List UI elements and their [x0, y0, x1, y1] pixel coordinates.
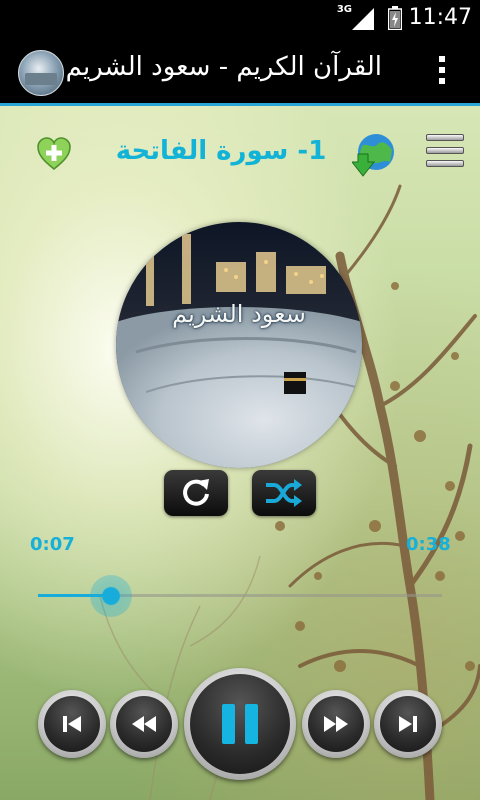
seek-thumb[interactable] — [90, 575, 132, 617]
shuffle-button[interactable] — [252, 470, 316, 516]
next-button[interactable] — [374, 690, 442, 758]
time-total: 0:38 — [406, 534, 451, 555]
skip-previous-icon — [63, 716, 81, 732]
skip-next-icon — [399, 716, 417, 732]
shuffle-icon — [266, 479, 302, 507]
time-elapsed: 0:07 — [30, 534, 75, 555]
pause-icon — [222, 704, 258, 744]
repeat-icon — [183, 479, 209, 506]
rewind-icon — [132, 716, 156, 732]
status-bar: 3G 11:47 — [0, 0, 480, 38]
player-screen: 1- سورة الفاتحة سعود الشريم 0:07 0:38 — [0, 106, 480, 800]
action-bar: القرآن الكريم - سعود الشريم — [0, 38, 480, 106]
clock: 11:47 — [408, 5, 472, 30]
track-title: 1- سورة الفاتحة — [115, 136, 327, 166]
overflow-menu-icon[interactable] — [438, 56, 446, 90]
heart-plus-icon[interactable] — [36, 136, 72, 172]
app-title: القرآن الكريم - سعود الشريم — [65, 52, 382, 82]
repeat-button[interactable] — [164, 470, 228, 516]
previous-button[interactable] — [38, 690, 106, 758]
seek-bar[interactable] — [38, 575, 442, 617]
app-icon[interactable] — [18, 50, 64, 96]
network-type: 3G — [336, 4, 352, 15]
battery-icon — [388, 6, 402, 30]
globe-download-icon[interactable] — [350, 132, 396, 178]
fast-forward-icon — [324, 716, 348, 732]
signal-icon — [352, 8, 374, 30]
list-icon[interactable] — [426, 134, 466, 178]
pause-button[interactable] — [184, 668, 296, 780]
cover-caption: سعود الشريم — [172, 300, 306, 328]
rewind-button[interactable] — [110, 690, 178, 758]
fast-forward-button[interactable] — [302, 690, 370, 758]
album-cover: سعود الشريم — [116, 222, 362, 468]
